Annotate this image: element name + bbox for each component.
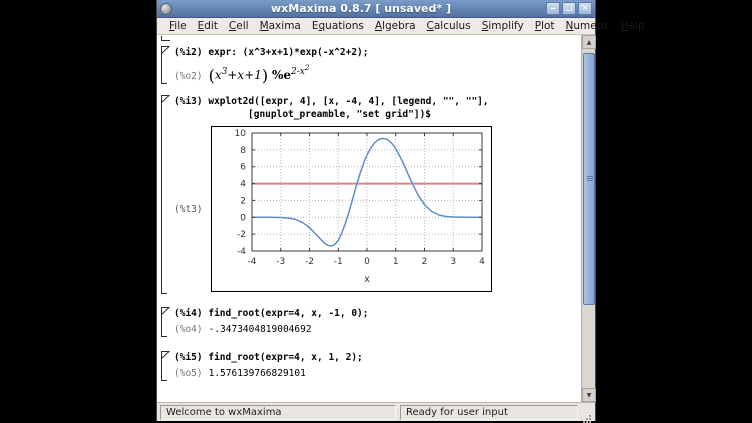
output-label: (%o5) (174, 366, 203, 381)
cell-i5: (%i5) find_root(expr=4, x, 1, 2); (%o5) … (161, 351, 581, 381)
letterbox-stage: wxMaxima 0.8.7 [ unsaved* ] ‒ ❑ ✕ FileEd… (0, 0, 752, 423)
output-line-o4: (%o4) -.3473404819004692 (174, 322, 581, 337)
menu-item-file[interactable]: File (164, 19, 192, 33)
y-tick-label: 4 (240, 180, 246, 190)
menu-item-edit[interactable]: Edit (193, 19, 223, 33)
cell-bracket[interactable] (161, 46, 170, 84)
x-axis-label: x (364, 274, 370, 285)
input-code: find_root(expr=4, x, -1, 0); (208, 308, 368, 319)
window-controls: ‒ ❑ ✕ (546, 2, 592, 15)
cell-i3: (%i3) wxplot2d([expr, 4], [x, -4, 4], [l… (161, 95, 581, 294)
output-value: -.3473404819004692 (209, 322, 312, 337)
worksheet[interactable]: (%i2) expr: (x^3+x+1)*exp(-x^2+2); (%o2)… (157, 35, 581, 402)
menu-item-equations[interactable]: Equations (307, 19, 369, 33)
input-line-i3-2[interactable]: [gnuplot_preamble, "set grid"])$ (248, 108, 581, 121)
input-line-i4[interactable]: (%i4) find_root(expr=4, x, -1, 0); (174, 307, 581, 320)
menu-item-numeric[interactable]: Numeric (561, 19, 615, 33)
document-area: (%i2) expr: (x^3+x+1)*exp(-x^2+2); (%o2)… (157, 35, 595, 402)
scrollbar-thumb[interactable] (583, 53, 595, 305)
cell-bracket[interactable] (161, 307, 170, 337)
input-label: (%i2) (174, 47, 203, 58)
plot-border (252, 133, 482, 251)
y-tick-label: 6 (240, 163, 246, 173)
plot-image: -4 -2 0 2 4 6 8 10 -4 -3 -2 -1 0 1 2 3 4 x (211, 126, 492, 292)
scroll-down-button[interactable]: ▼ (582, 388, 596, 402)
input-code: wxplot2d([expr, 4], [x, -4, 4], [legend,… (208, 96, 488, 107)
window-title: wxMaxima 0.8.7 [ unsaved* ] (176, 2, 546, 15)
menu-item-plot[interactable]: Plot (530, 19, 560, 33)
scroll-up-icon: ▲ (587, 39, 592, 46)
close-icon: ✕ (582, 4, 589, 12)
input-label: (%i5) (174, 352, 203, 363)
minimize-icon: ‒ (550, 4, 556, 12)
output-label: (%o4) (174, 322, 203, 337)
menu-item-maxima[interactable]: Maxima (255, 19, 306, 33)
y-tick-label: 2 (240, 196, 246, 206)
cell-i4: (%i4) find_root(expr=4, x, -1, 0); (%o4)… (161, 307, 581, 337)
resize-grip[interactable] (582, 406, 592, 418)
output-line-o5: (%o5) 1.576139766829101 (174, 366, 581, 381)
menu-item-algebra[interactable]: Algebra (370, 19, 421, 33)
input-line-i2[interactable]: (%i2) expr: (x^3+x+1)*exp(-x^2+2); (174, 46, 581, 59)
app-icon (160, 3, 172, 15)
scroll-down-icon: ▼ (587, 392, 592, 399)
output-label: (%o2) (174, 69, 203, 84)
cell-bracket[interactable] (161, 95, 170, 294)
y-tick-label: -2 (237, 230, 246, 240)
menubar: FileEditCellMaximaEquationsAlgebraCalcul… (157, 18, 595, 35)
menu-item-simplify[interactable]: Simplify (477, 19, 529, 33)
statusbar: Welcome to wxMaxima Ready for user input (157, 402, 595, 421)
status-maxima-state: Ready for user input (400, 405, 578, 420)
input-label: (%i4) (174, 308, 203, 319)
titlebar[interactable]: wxMaxima 0.8.7 [ unsaved* ] ‒ ❑ ✕ (157, 0, 595, 18)
menu-item-help[interactable]: Help (616, 19, 650, 33)
input-code: find_root(expr=4, x, 1, 2); (208, 352, 362, 363)
x-tick-label: -1 (333, 257, 342, 267)
plot-svg: -4 -2 0 2 4 6 8 10 -4 -3 -2 -1 0 1 2 3 4 x (212, 127, 491, 291)
x-tick-label: -4 (247, 257, 256, 267)
y-tick-label: 8 (240, 146, 246, 156)
menu-item-cell[interactable]: Cell (224, 19, 254, 33)
minimize-button[interactable]: ‒ (546, 2, 560, 15)
close-button[interactable]: ✕ (578, 2, 592, 15)
y-tick-label: -4 (237, 247, 246, 257)
x-tick-label: 1 (392, 257, 398, 267)
x-tick-label: 2 (421, 257, 427, 267)
status-message: Welcome to wxMaxima (160, 405, 396, 420)
output-line-o2: (%o2) (x3+x+1) %e2-x2 (174, 61, 581, 84)
math-output: (x3+x+1) %e2-x2 (209, 61, 310, 83)
output-value: 1.576139766829101 (209, 366, 306, 381)
cell-i2: (%i2) expr: (x^3+x+1)*exp(-x^2+2); (%o2)… (161, 46, 581, 84)
vertical-scrollbar[interactable]: ▲ ▼ (581, 35, 595, 402)
x-tick-label: -3 (276, 257, 285, 267)
input-code: expr: (x^3+x+1)*exp(-x^2+2); (208, 47, 368, 58)
maximize-icon: ❑ (565, 4, 572, 12)
menu-item-calculus[interactable]: Calculus (422, 19, 476, 33)
input-label: (%i3) (174, 96, 203, 107)
scroll-up-button[interactable]: ▲ (582, 35, 596, 49)
cell-bracket[interactable] (161, 351, 170, 381)
x-tick-label: 3 (450, 257, 456, 267)
plot-output-row: (%t3) -4 -2 0 2 4 6 8 10 -4 -3 -2 -1 0 1 2 3 4 x (174, 126, 581, 292)
wxmaxima-window: wxMaxima 0.8.7 [ unsaved* ] ‒ ❑ ✕ FileEd… (156, 0, 596, 421)
input-code: [gnuplot_preamble, "set grid"])$ (248, 109, 431, 120)
input-line-i3-1[interactable]: (%i3) wxplot2d([expr, 4], [x, -4, 4], [l… (174, 95, 581, 108)
y-tick-label: 10 (234, 129, 246, 139)
input-line-i5[interactable]: (%i5) find_root(expr=4, x, 1, 2); (174, 351, 581, 364)
x-tick-label: 4 (479, 257, 485, 267)
maximize-button[interactable]: ❑ (562, 2, 576, 15)
plot-label: (%t3) (174, 204, 203, 215)
y-tick-label: 0 (240, 213, 246, 223)
x-tick-label: 0 (364, 257, 370, 267)
cell-bracket-remnant (161, 36, 170, 41)
x-tick-label: -2 (305, 257, 314, 267)
